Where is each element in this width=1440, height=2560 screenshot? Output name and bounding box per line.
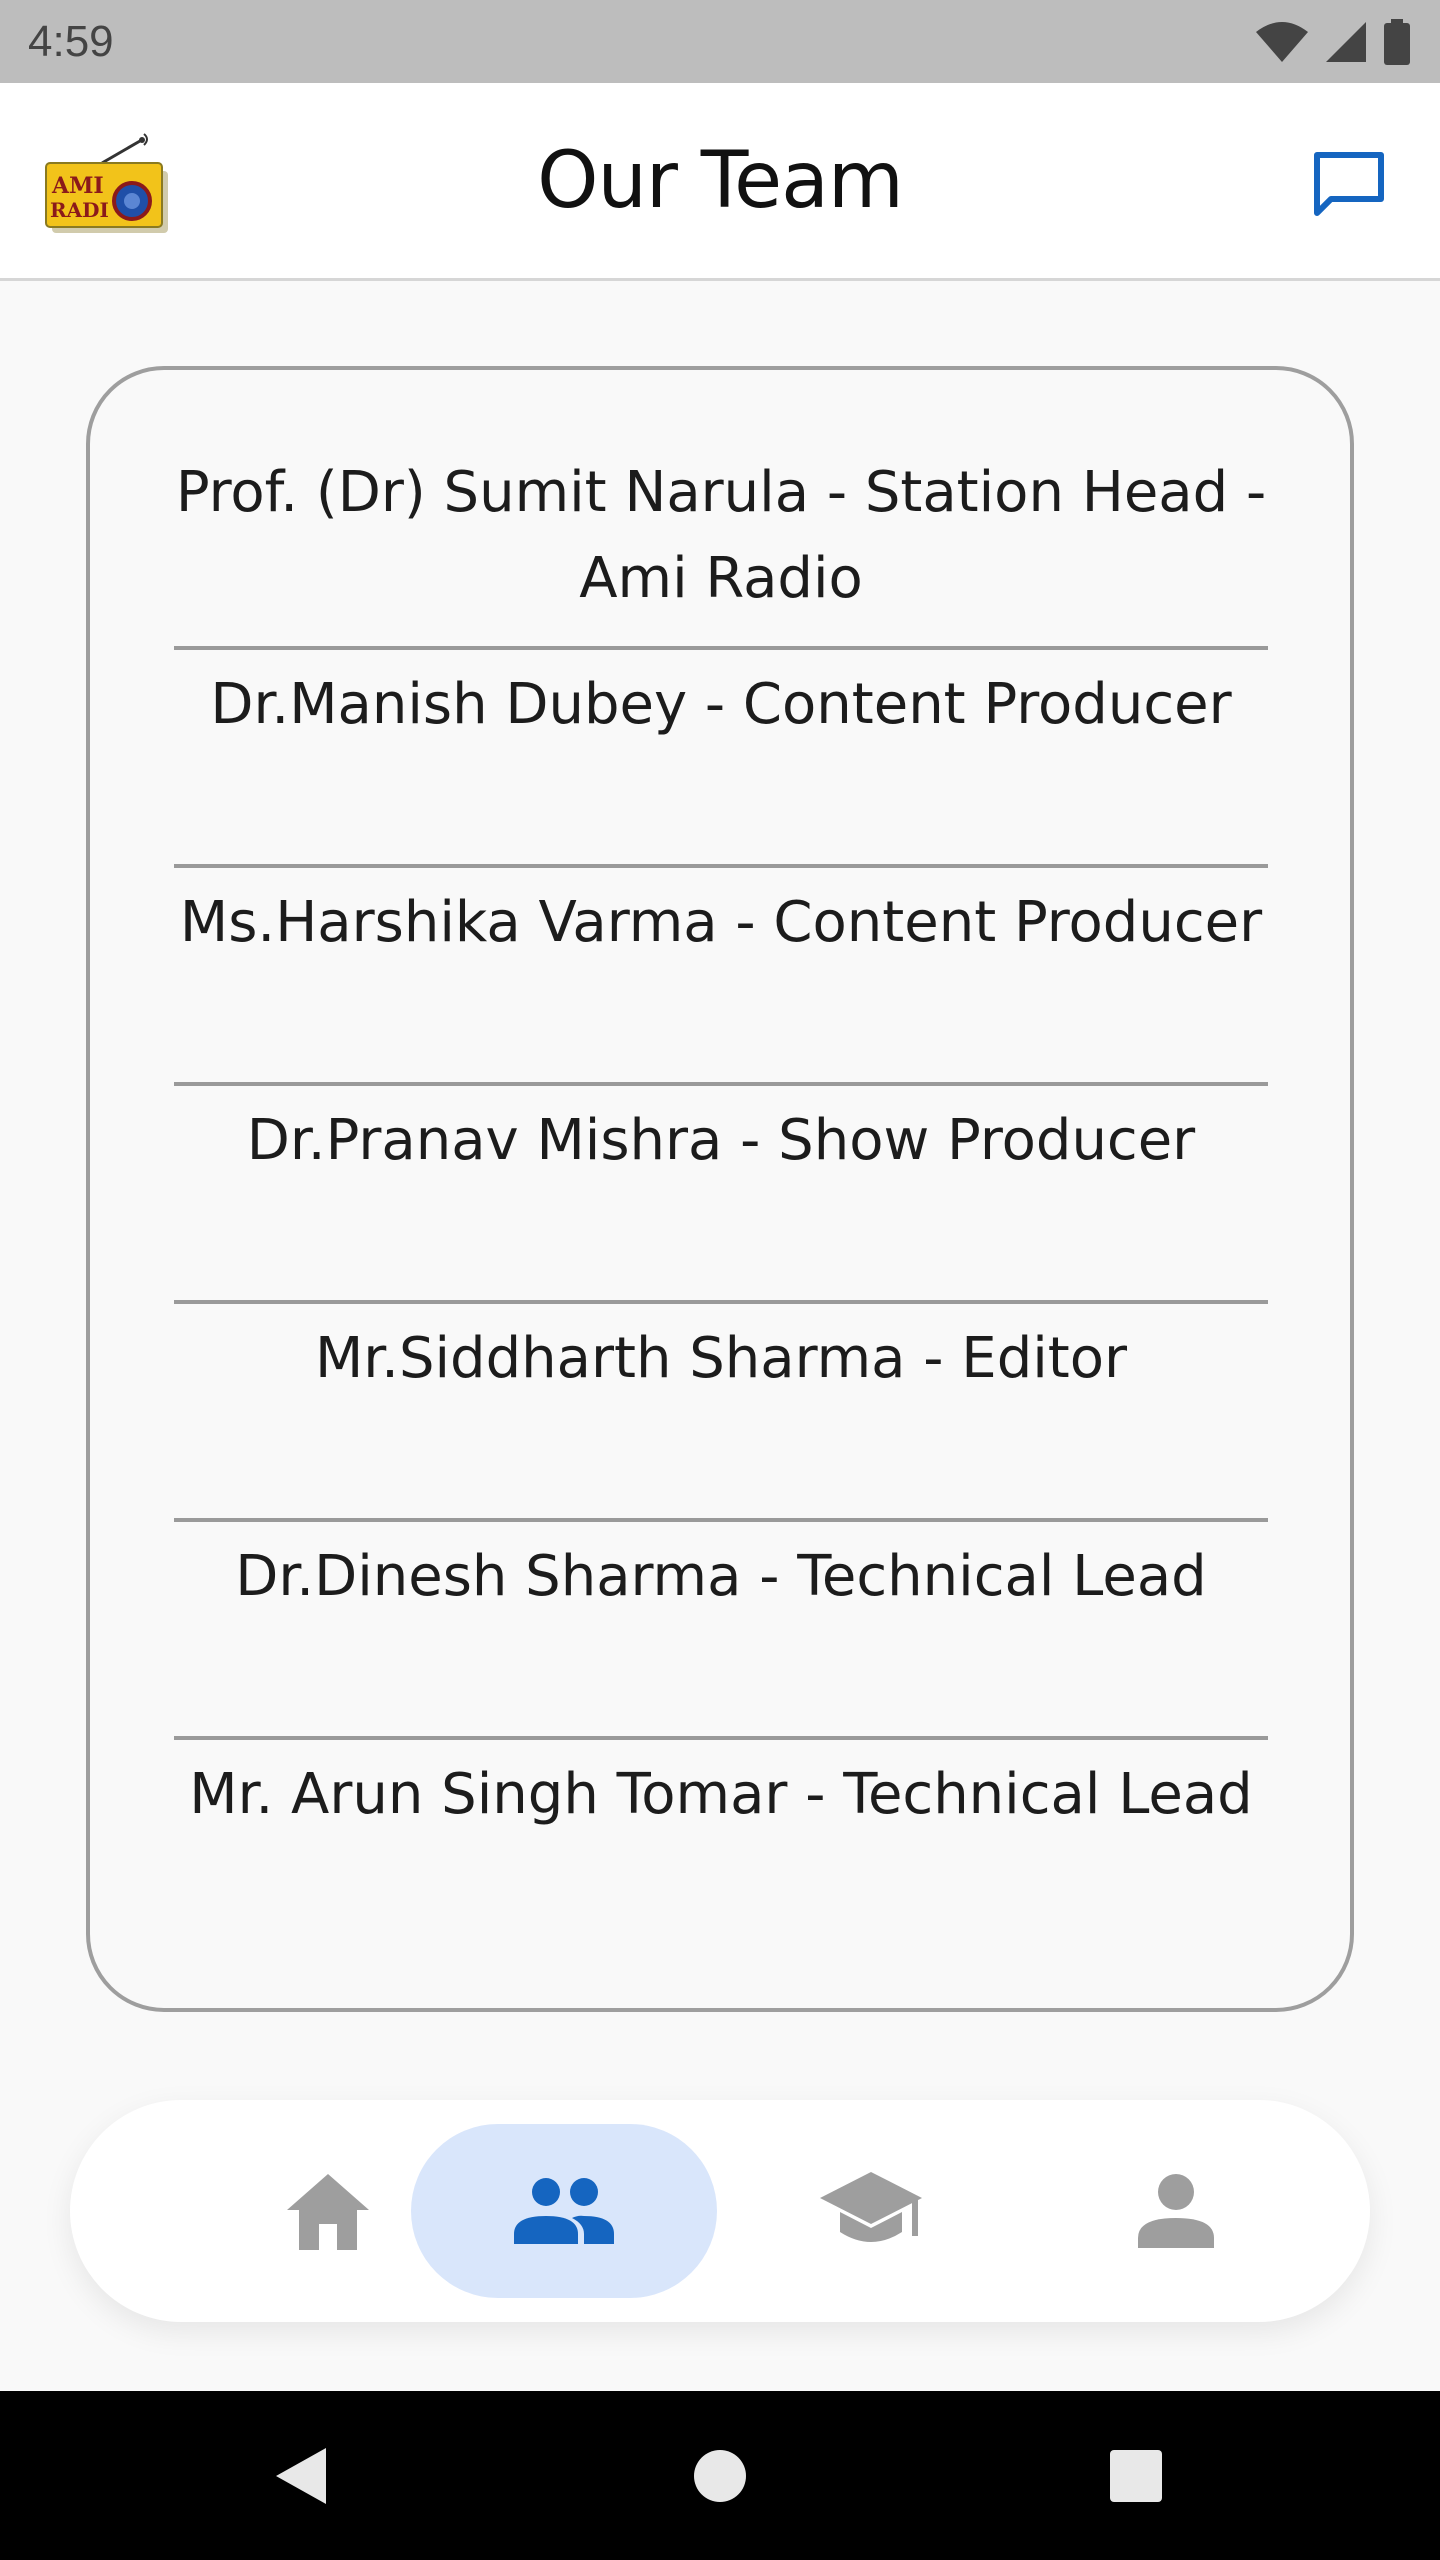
nav-team[interactable] bbox=[411, 2124, 717, 2298]
ami-radio-logo: AMI RADI bbox=[45, 133, 168, 233]
team-member: Dr.Dinesh Sharma - Technical Lead bbox=[174, 1522, 1268, 1740]
team-member: Dr.Pranav Mishra - Show Producer bbox=[174, 1086, 1268, 1304]
chat-button[interactable] bbox=[1306, 141, 1392, 227]
people-icon bbox=[514, 2178, 614, 2244]
team-member: Prof. (Dr) Sumit Narula - Station Head -… bbox=[174, 450, 1268, 650]
status-bar: 4:59 bbox=[0, 0, 1440, 83]
team-member: Dr.Manish Dubey - Content Producer bbox=[174, 650, 1268, 868]
nav-courses[interactable] bbox=[718, 2124, 1024, 2298]
system-home-button[interactable] bbox=[690, 2446, 750, 2506]
team-list: Prof. (Dr) Sumit Narula - Station Head -… bbox=[174, 450, 1268, 1958]
signal-icon bbox=[1326, 21, 1366, 62]
team-member: Mr.Siddharth Sharma - Editor bbox=[174, 1304, 1268, 1522]
app-bar: AMI RADI Our Team bbox=[0, 83, 1440, 281]
logo-text-bottom: RADI bbox=[50, 198, 109, 222]
team-member: Ms.Harshika Varma - Content Producer bbox=[174, 868, 1268, 1086]
status-time: 4:59 bbox=[28, 16, 114, 66]
system-back-button[interactable] bbox=[270, 2446, 330, 2506]
school-icon bbox=[820, 2172, 922, 2242]
battery-icon bbox=[1384, 18, 1410, 65]
bottom-navigation bbox=[70, 2100, 1370, 2322]
person-icon bbox=[1138, 2174, 1214, 2248]
system-recents-button[interactable] bbox=[1106, 2446, 1166, 2506]
back-triangle-icon bbox=[276, 2448, 326, 2504]
home-icon bbox=[287, 2174, 369, 2250]
team-member: Mr. Arun Singh Tomar - Technical Lead bbox=[189, 1762, 1253, 1827]
logo-text-top: AMI bbox=[51, 173, 104, 199]
status-icons bbox=[1254, 18, 1412, 65]
chat-bubble-icon bbox=[1314, 152, 1384, 216]
team-card: Prof. (Dr) Sumit Narula - Station Head -… bbox=[86, 366, 1354, 2012]
recents-square-icon bbox=[1110, 2450, 1162, 2502]
nav-profile[interactable] bbox=[1023, 2124, 1329, 2298]
wifi-icon bbox=[1256, 21, 1308, 62]
home-circle-icon bbox=[694, 2450, 746, 2502]
page-title: Our Team bbox=[537, 135, 904, 226]
